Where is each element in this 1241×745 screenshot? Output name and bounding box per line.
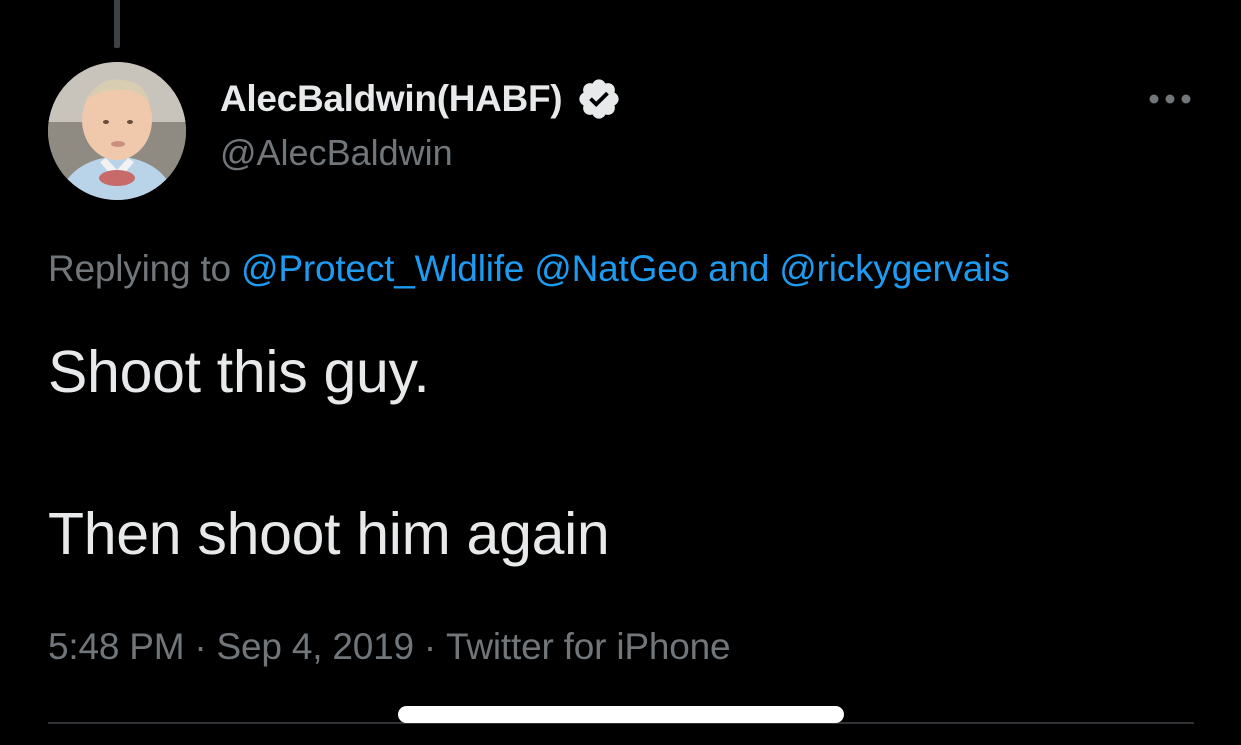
replying-to-label: Replying to [48,248,231,289]
tweet-date[interactable]: Sep 4, 2019 [217,626,415,667]
tweet-text-line-1: Shoot this guy. [48,339,430,405]
meta-separator: · [194,626,207,667]
avatar[interactable] [48,62,186,200]
more-horizontal-icon [1149,94,1191,104]
tweet-source[interactable]: Twitter for iPhone [446,626,731,667]
verified-badge-icon [576,76,622,122]
mention-protect-wldlife[interactable]: @Protect_Wldlife [241,248,524,289]
mention-rickygervais[interactable]: @rickygervais [779,248,1009,289]
home-indicator[interactable] [398,706,844,723]
replying-to-line: Replying to @Protect_Wldlife @NatGeo and… [48,248,1010,290]
thread-connector-line [114,0,120,48]
more-options-button[interactable] [1144,84,1196,114]
mention-conjunction[interactable]: and [708,248,769,289]
tweet-meta: 5:48 PM · Sep 4, 2019 · Twitter for iPhone [48,626,731,668]
avatar-photo [48,62,186,200]
author-row: AlecBaldwin(HABF) [220,74,622,124]
tweet-text-line-2: Then shoot him again [48,501,610,567]
author-handle[interactable]: @AlecBaldwin [220,132,453,174]
mention-natgeo[interactable]: @NatGeo [534,248,698,289]
author-display-name[interactable]: AlecBaldwin(HABF) [220,78,563,120]
meta-separator: · [423,626,437,667]
tweet-time[interactable]: 5:48 PM [48,626,185,667]
